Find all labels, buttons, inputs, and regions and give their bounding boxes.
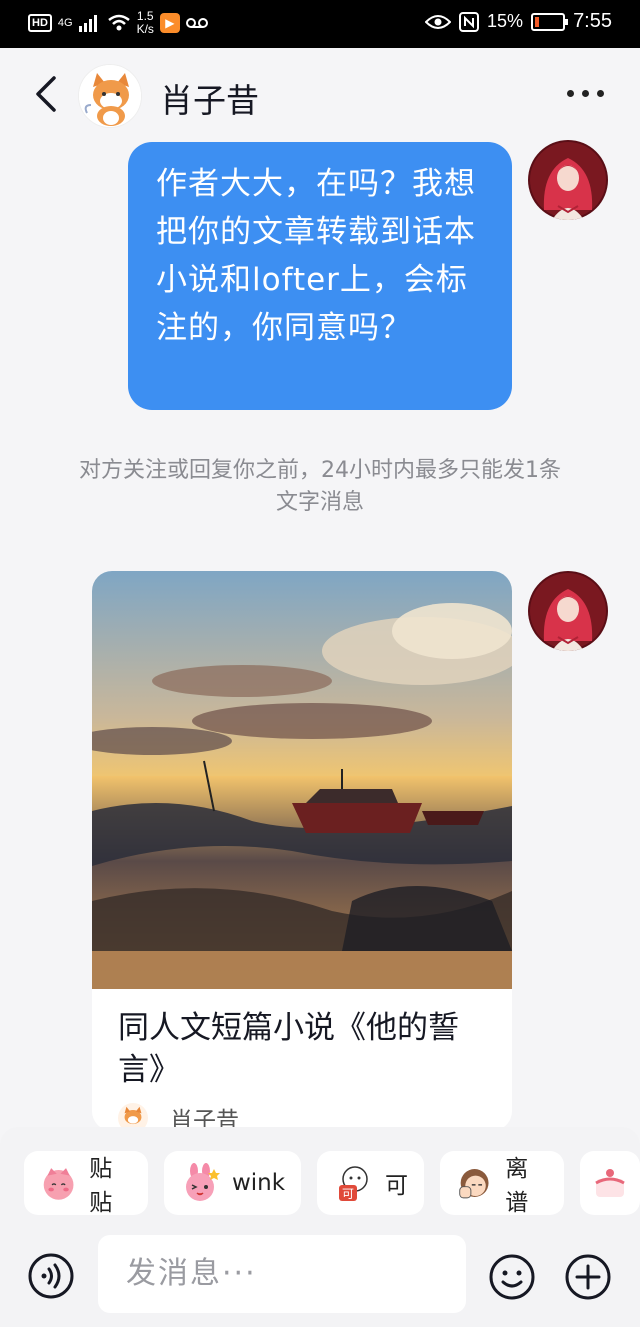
sent-message-bubble[interactable]: 作者大大，在吗？我想把你的文章转载到话本小说和lofter上，会标注的，你同意吗… <box>128 142 512 410</box>
sticker-tietie[interactable]: 贴贴 <box>24 1151 148 1216</box>
girl-facepalm-sticker-icon <box>459 1169 489 1199</box>
user-portrait-icon <box>528 571 608 651</box>
chat-header: 肖子昔 <box>0 48 640 142</box>
sticker-wink[interactable]: wink <box>163 1151 302 1215</box>
story-title: 同人文短篇小说《他的誓言》 <box>118 1010 459 1088</box>
sticker-label: 可 <box>385 1173 409 1199</box>
nfc-icon <box>459 11 480 32</box>
sticker-ke[interactable]: 可 可 <box>317 1151 425 1215</box>
stamp-ke-sticker-icon: 可 <box>339 1166 368 1201</box>
sticker-label: 贴贴 <box>89 1156 113 1216</box>
pink-bunny-wink-sticker-icon <box>185 1163 220 1201</box>
sticker-label: 离谱 <box>505 1156 529 1216</box>
battery-percent: 15% <box>487 11 524 31</box>
shared-story-card[interactable]: 同人文短篇小说《他的誓言》 肖子昔 <box>92 571 512 1131</box>
network-type: 4G <box>57 17 73 29</box>
message-limit-notice: 对方关注或回复你之前，24小时内最多只能发1条文字消息 <box>79 458 561 515</box>
voice-input-icon[interactable] <box>28 1253 74 1299</box>
eye-comfort-icon <box>425 14 452 29</box>
fox-avatar-icon <box>79 65 141 127</box>
sticker-more[interactable] <box>579 1151 640 1215</box>
speed-unit: K/s <box>136 22 154 36</box>
video-app-icon: ▶ <box>159 13 180 33</box>
voicemail-icon <box>185 18 208 28</box>
my-avatar[interactable] <box>528 140 608 220</box>
hd-badge: HD <box>28 14 52 32</box>
quick-sticker-row: 贴贴 wink 可 可 离谱 <box>24 1151 640 1216</box>
more-options-icon[interactable] <box>567 90 604 97</box>
back-arrow-icon[interactable] <box>30 72 64 116</box>
battery-icon <box>531 12 569 31</box>
status-bar: HD 4G 1.5 K/s ▶ 15% 7:55 <box>0 0 640 48</box>
svg-text:可: 可 <box>342 1187 354 1201</box>
sticker-label: wink <box>231 1170 286 1196</box>
plus-icon[interactable] <box>564 1253 612 1301</box>
contact-name[interactable]: 肖子昔 <box>160 74 259 122</box>
my-avatar-card[interactable] <box>528 571 608 651</box>
cover-image <box>92 571 512 989</box>
message-input[interactable]: 发消息··· <box>98 1235 466 1313</box>
user-portrait-icon <box>528 140 608 220</box>
cake-sticker-icon <box>595 1169 625 1197</box>
contact-avatar[interactable] <box>78 64 142 128</box>
pink-blush-sticker-icon <box>43 1168 74 1200</box>
emoji-icon[interactable] <box>488 1253 536 1301</box>
sticker-lipu[interactable]: 离谱 <box>440 1151 564 1216</box>
wifi-icon <box>107 14 130 31</box>
clock: 7:55 <box>573 10 612 32</box>
composer-panel: 贴贴 wink 可 可 离谱 发消息··· <box>0 1127 640 1327</box>
cell-signal-icon <box>78 15 97 32</box>
network-speed: 1.5 K/s <box>137 10 154 36</box>
